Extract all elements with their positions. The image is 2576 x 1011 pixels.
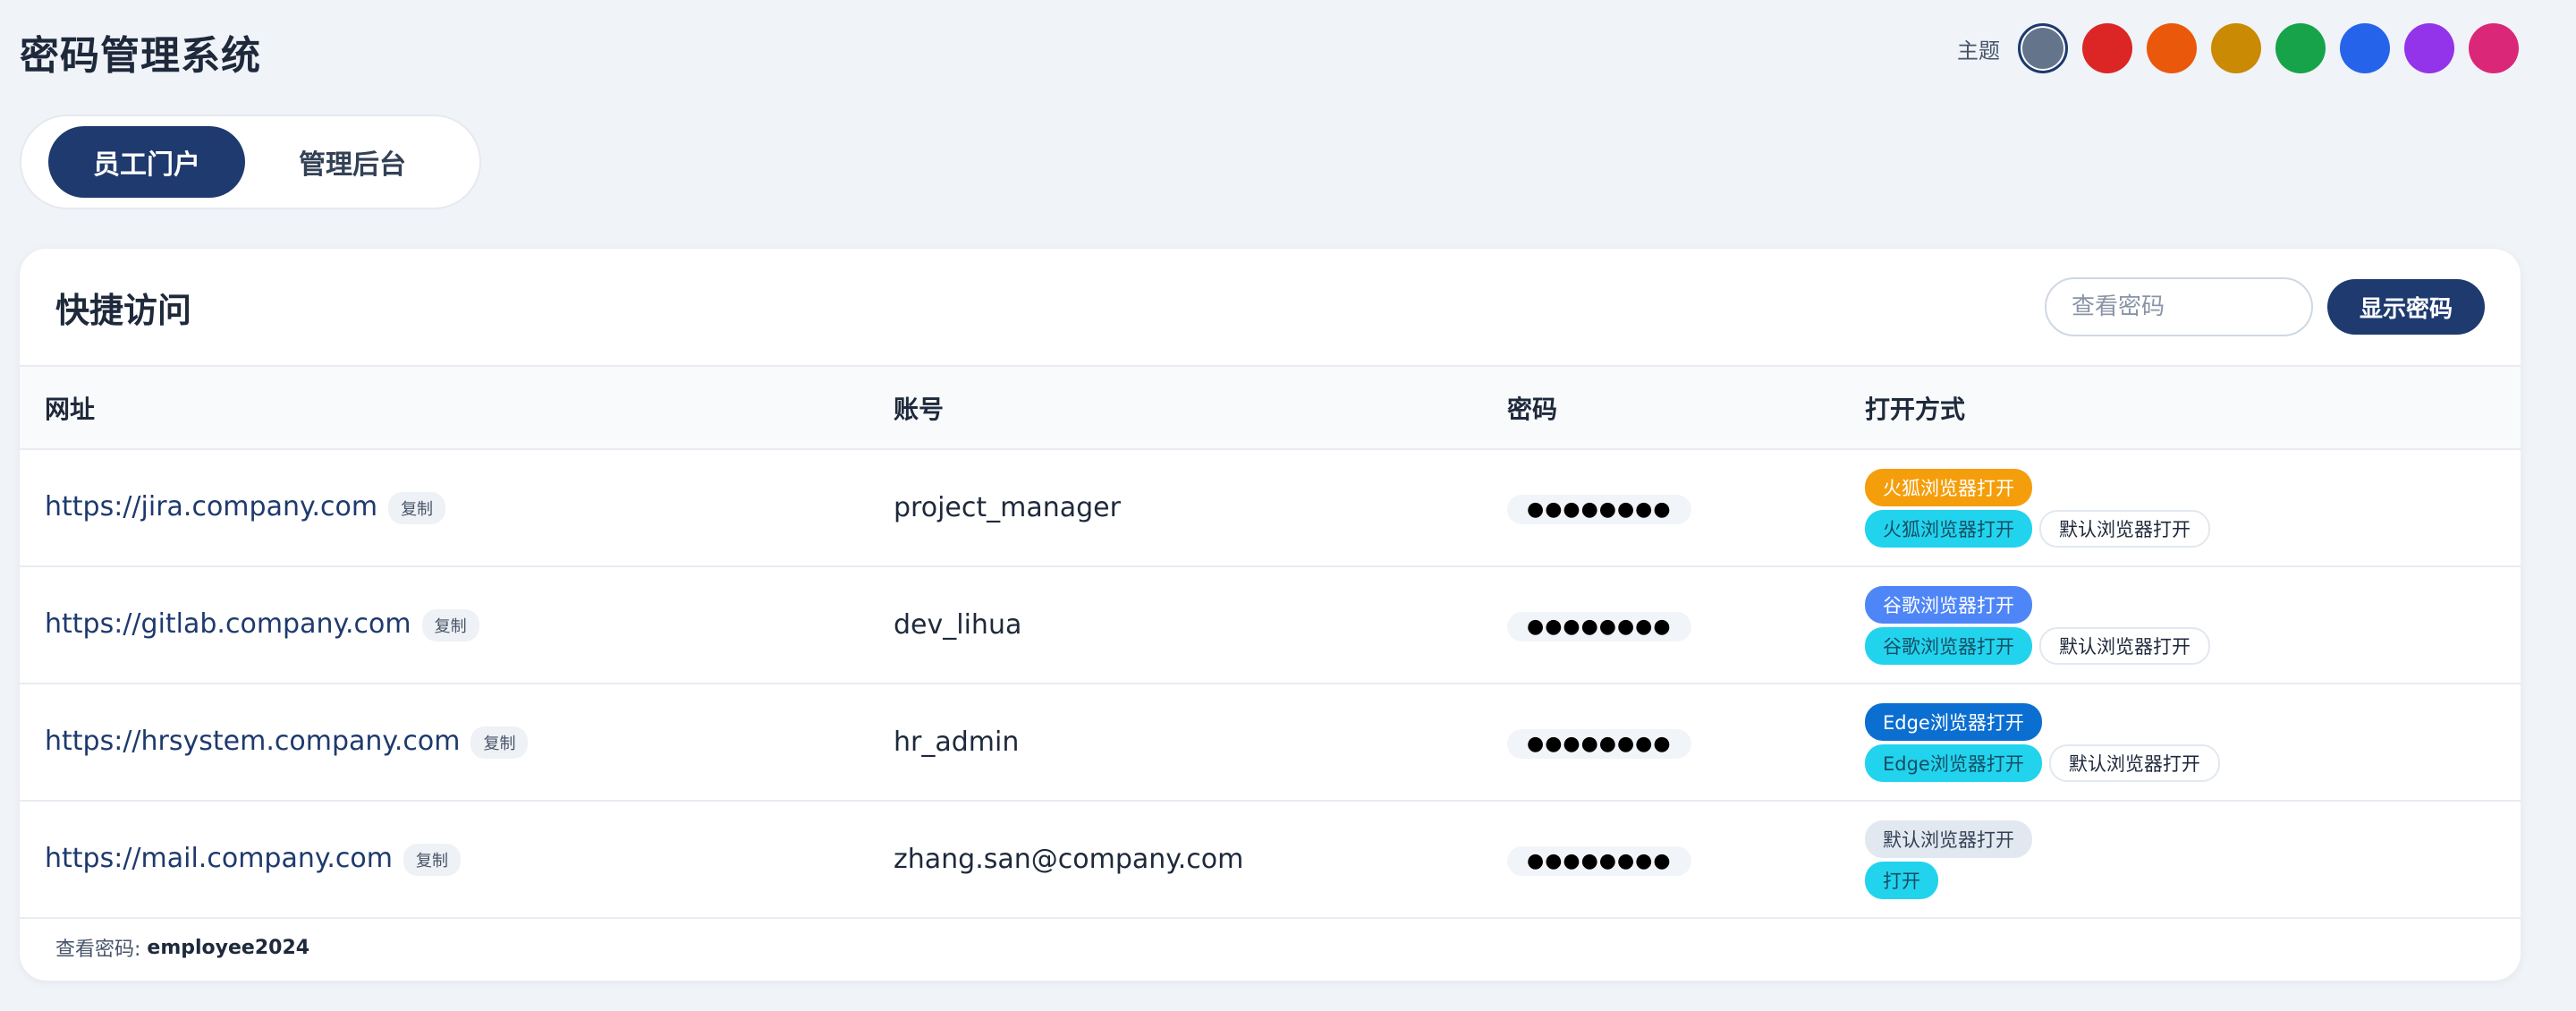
open-default-browser-button[interactable]: 默认浏览器打开 — [2039, 509, 2210, 548]
theme-swatch-green[interactable] — [2275, 23, 2326, 73]
password-mask[interactable]: ●●●●●●●● — [1507, 612, 1691, 641]
url-cell: https://gitlab.company.com 复制 — [20, 566, 869, 684]
password-cell: ●●●●●●●● — [1482, 684, 1840, 801]
credentials-table: 网址 账号 密码 打开方式 https://jira.company.com 复制… — [20, 367, 2521, 919]
show-password-button[interactable]: 显示密码 — [2326, 279, 2485, 335]
open-firefox-button[interactable]: 火狐浏览器打开 — [1865, 468, 2032, 506]
open-default-browser-button[interactable]: 默认浏览器打开 — [2039, 626, 2210, 665]
theme-label: 主题 — [1957, 38, 2000, 64]
header-url: 网址 — [20, 367, 869, 450]
open-button[interactable]: 打开 — [1865, 861, 1938, 899]
password-cell: ●●●●●●●● — [1482, 449, 1840, 566]
url-link[interactable]: https://hrsystem.company.com — [45, 726, 460, 757]
theme-swatch-purple[interactable] — [2404, 23, 2454, 73]
table-row: https://jira.company.com 复制 project_manag… — [20, 449, 2521, 566]
url-link[interactable]: https://mail.company.com — [45, 843, 393, 874]
url-link[interactable]: https://jira.company.com — [45, 491, 377, 522]
open-default-browser-button[interactable]: 默认浏览器打开 — [1865, 820, 2032, 858]
table-header-row: 网址 账号 密码 打开方式 — [20, 367, 2521, 450]
theme-swatch-pink[interactable] — [2469, 23, 2519, 73]
view-password-input[interactable] — [2044, 277, 2313, 336]
theme-swatch-slate[interactable] — [2018, 23, 2068, 73]
password-cell: ●●●●●●●● — [1482, 801, 1840, 918]
quick-access-card: 快捷访问 显示密码 网址 账号 密码 打开方式 https://jira.com… — [20, 249, 2521, 981]
password-tools: 显示密码 — [2044, 277, 2485, 336]
password-cell: ●●●●●●●● — [1482, 566, 1840, 684]
tab-admin-backend[interactable]: 管理后台 — [254, 126, 451, 198]
copy-button[interactable]: 复制 — [470, 726, 529, 759]
table-row: https://gitlab.company.com 复制 dev_lihua ●… — [20, 566, 2521, 684]
url-cell: https://hrsystem.company.com 复制 — [20, 684, 869, 801]
copy-button[interactable]: 复制 — [402, 843, 461, 876]
open-firefox-alt-button[interactable]: 火狐浏览器打开 — [1865, 509, 2032, 548]
account-cell: project_manager — [894, 492, 1121, 523]
password-hint-label: 查看密码: — [55, 939, 141, 961]
copy-button[interactable]: 复制 — [388, 491, 446, 524]
url-link[interactable]: https://gitlab.company.com — [45, 608, 411, 640]
open-edge-button[interactable]: Edge浏览器打开 — [1865, 702, 2042, 741]
open-method-cell: Edge浏览器打开 Edge浏览器打开 默认浏览器打开 — [1840, 684, 2521, 801]
theme-swatch-orange[interactable] — [2147, 23, 2197, 73]
portal-switcher: 员工门户 管理后台 — [20, 115, 481, 209]
app-title: 密码管理系统 — [20, 33, 261, 79]
header-open-method: 打开方式 — [1840, 367, 2521, 450]
tab-employee-portal[interactable]: 员工门户 — [48, 126, 245, 198]
open-method-cell: 火狐浏览器打开 火狐浏览器打开 默认浏览器打开 — [1840, 449, 2521, 566]
theme-picker: 主题 — [1957, 23, 2519, 73]
password-hint-footer: 查看密码: employee2024 — [20, 914, 2521, 981]
theme-swatch-blue[interactable] — [2340, 23, 2390, 73]
card-title: 快捷访问 — [55, 290, 192, 330]
account-cell: hr_admin — [894, 726, 1020, 758]
page: 密码管理系统 主题 员工门户 管理后台 快捷访问 显示密码 网址 账号 密码 打… — [0, 0, 2576, 1011]
password-mask[interactable]: ●●●●●●●● — [1507, 729, 1691, 759]
header-password: 密码 — [1482, 367, 1840, 450]
theme-swatch-amber[interactable] — [2211, 23, 2261, 73]
theme-swatch-red[interactable] — [2082, 23, 2132, 73]
open-default-browser-button[interactable]: 默认浏览器打开 — [2048, 743, 2220, 782]
open-method-cell: 默认浏览器打开 打开 — [1840, 801, 2521, 918]
table-row: https://mail.company.com 复制 zhang.san@com… — [20, 801, 2521, 918]
url-cell: https://jira.company.com 复制 — [20, 449, 869, 566]
copy-button[interactable]: 复制 — [421, 608, 479, 641]
card-header: 快捷访问 显示密码 — [20, 249, 2521, 367]
password-hint-value: employee2024 — [147, 936, 310, 959]
header-account: 账号 — [869, 367, 1482, 450]
password-mask[interactable]: ●●●●●●●● — [1507, 495, 1691, 524]
account-cell: zhang.san@company.com — [894, 844, 1244, 875]
open-chrome-alt-button[interactable]: 谷歌浏览器打开 — [1865, 626, 2032, 665]
password-mask[interactable]: ●●●●●●●● — [1507, 846, 1691, 876]
table-row: https://hrsystem.company.com 复制 hr_admin … — [20, 684, 2521, 801]
open-chrome-button[interactable]: 谷歌浏览器打开 — [1865, 585, 2032, 624]
account-cell: dev_lihua — [894, 609, 1022, 641]
url-cell: https://mail.company.com 复制 — [20, 801, 869, 918]
open-edge-alt-button[interactable]: Edge浏览器打开 — [1865, 743, 2042, 782]
open-method-cell: 谷歌浏览器打开 谷歌浏览器打开 默认浏览器打开 — [1840, 566, 2521, 684]
